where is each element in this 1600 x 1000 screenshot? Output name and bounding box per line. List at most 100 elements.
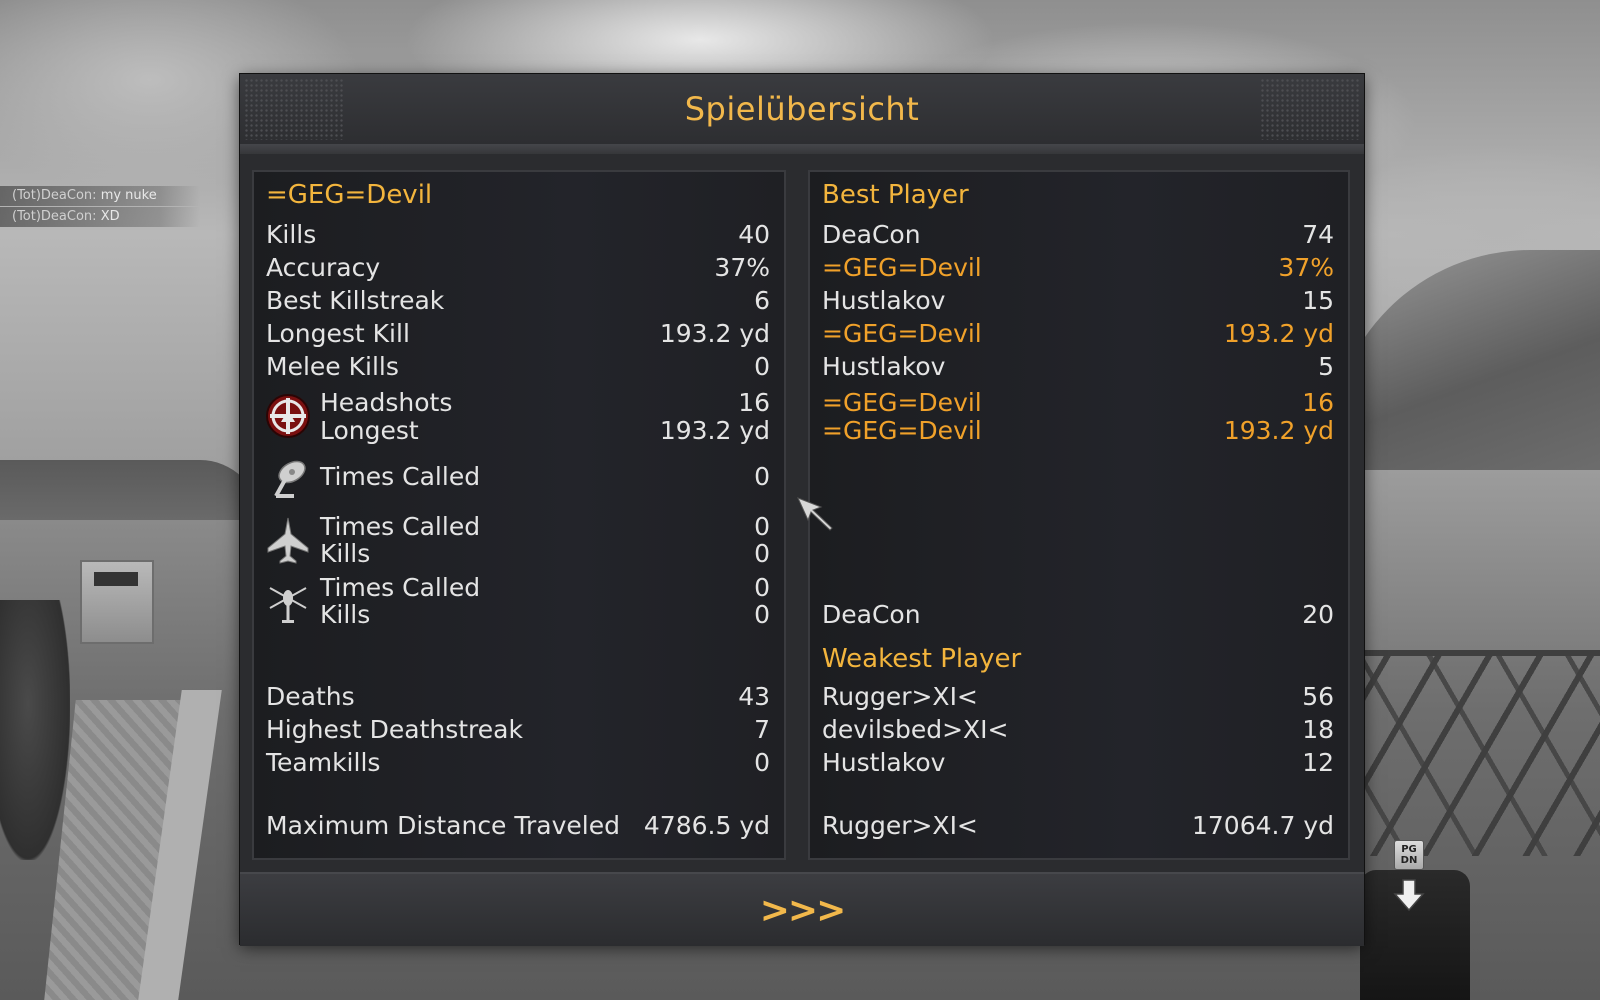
- weakest-teamkills-row: Hustlakov 12: [822, 748, 1334, 780]
- best-longest-kill-row: =GEG=Devil 193.2 yd: [822, 319, 1334, 351]
- best-killstreak-row: Hustlakov 15: [822, 286, 1334, 318]
- stat-value: 193.2 yd: [1223, 319, 1334, 348]
- best-heli-kills-row: DeaCon 20: [822, 600, 1334, 632]
- stat-label: Times Called: [320, 512, 481, 541]
- player-name: Hustlakov: [822, 748, 946, 777]
- stat-label: Longest: [320, 416, 419, 445]
- weakest-player-header-row: Weakest Player: [822, 644, 1334, 676]
- next-page-button[interactable]: >>>: [752, 882, 852, 938]
- chat-text: XD: [96, 209, 120, 224]
- header-divider: [240, 144, 1364, 154]
- chat-message: (Tot)DeaCon: XD: [0, 207, 200, 227]
- guard-tower: [80, 560, 154, 644]
- player-name: DeaCon: [822, 220, 921, 249]
- valley: [1340, 470, 1600, 650]
- stat-row-deaths: Deaths 43: [266, 682, 770, 714]
- stat-row-longest-kill: Longest Kill 193.2 yd: [266, 319, 770, 351]
- stat-value: 193.2 yd: [1223, 416, 1334, 445]
- tree: [0, 600, 70, 860]
- stat-value: 15: [1302, 286, 1334, 315]
- stat-label: Highest Deathstreak: [266, 715, 523, 744]
- player-name: DeaCon: [822, 600, 921, 629]
- player-name: Hustlakov: [822, 352, 946, 381]
- down-arrow-icon: [1393, 879, 1425, 912]
- stat-value: 18: [1302, 715, 1334, 744]
- stat-row-deathstreak: Highest Deathstreak 7: [266, 715, 770, 747]
- stat-row-accuracy: Accuracy 37%: [266, 253, 770, 285]
- weakest-distance-row: Rugger>XI< 17064.7 yd: [822, 811, 1334, 843]
- chat-message: (Tot)DeaCon: my nuke: [0, 186, 200, 206]
- panel-header: Spielübersicht: [240, 74, 1364, 146]
- stat-label: Kills: [266, 220, 317, 249]
- best-melee-row: Hustlakov 5: [822, 352, 1334, 384]
- stat-value: 7: [754, 715, 770, 744]
- stat-label: Kills: [320, 539, 371, 568]
- weakest-player-header: Weakest Player: [822, 644, 1022, 674]
- stat-value: 37%: [714, 253, 770, 282]
- stat-value: 5: [1318, 352, 1334, 381]
- stat-label: Headshots: [320, 388, 453, 417]
- leaderboard-column: Best Player DeaCon 74 =GEG=Devil 37% Hus…: [808, 170, 1350, 860]
- stat-value: 56: [1302, 682, 1334, 711]
- stat-row-kills: Kills 40: [266, 220, 770, 252]
- player-name: =GEG=Devil: [266, 180, 433, 210]
- stat-value: 12: [1302, 748, 1334, 777]
- stat-row-jet-kills: Kills 0: [266, 539, 770, 571]
- player-name: devilsbed>XI<: [822, 715, 1009, 744]
- stat-value: 193.2 yd: [659, 416, 770, 445]
- stat-label: Kills: [320, 600, 371, 629]
- panel-footer: >>>: [240, 872, 1364, 946]
- mouse-cursor-icon: [797, 497, 833, 531]
- stat-value: 0: [754, 512, 770, 541]
- best-player-header: Best Player: [822, 180, 969, 210]
- panel-title: Spielübersicht: [684, 90, 920, 128]
- stat-value: 0: [754, 600, 770, 629]
- stat-value: 0: [754, 573, 770, 602]
- stat-label: Times Called: [320, 573, 481, 602]
- stat-label: Times Called: [320, 462, 481, 491]
- personal-stats-column: =GEG=Devil Kills 40 Accuracy 37% Best Ki…: [252, 170, 786, 860]
- player-name: Rugger>XI<: [822, 682, 978, 711]
- player-name: =GEG=Devil: [822, 416, 982, 445]
- chat-sender: (Tot)DeaCon:: [12, 209, 97, 224]
- stat-row-uav-called: Times Called 0: [266, 462, 770, 494]
- stat-row-heli-kills: Kills 0: [266, 600, 770, 632]
- best-longest-headshot-row: =GEG=Devil 193.2 yd: [822, 416, 1334, 448]
- best-accuracy-row: =GEG=Devil 37%: [822, 253, 1334, 285]
- stat-label: Maximum Distance Traveled: [266, 811, 620, 840]
- stat-value: 40: [738, 220, 770, 249]
- stat-value: 74: [1302, 220, 1334, 249]
- stat-value: 0: [754, 539, 770, 568]
- stat-value: 16: [1302, 388, 1334, 417]
- best-player-header-row: Best Player: [822, 180, 1334, 212]
- player-name: =GEG=Devil: [822, 319, 982, 348]
- stat-value: 43: [738, 682, 770, 711]
- stat-row-melee-kills: Melee Kills 0: [266, 352, 770, 384]
- player-name-row: =GEG=Devil: [266, 180, 770, 212]
- player-name: =GEG=Devil: [822, 388, 982, 417]
- stat-row-best-killstreak: Best Killstreak 6: [266, 286, 770, 318]
- chat-text: my nuke: [96, 188, 157, 203]
- stat-value: 20: [1302, 600, 1334, 629]
- chat-sender: (Tot)DeaCon:: [12, 188, 97, 203]
- stat-label: Melee Kills: [266, 352, 399, 381]
- stat-value: 37%: [1278, 253, 1334, 282]
- stat-label: Accuracy: [266, 253, 381, 282]
- stat-label: Longest Kill: [266, 319, 410, 348]
- stat-value: 6: [754, 286, 770, 315]
- player-name: Rugger>XI<: [822, 811, 978, 840]
- stat-label: Teamkills: [266, 748, 381, 777]
- stat-value: 0: [754, 748, 770, 777]
- fence-structure: [1340, 650, 1600, 856]
- chat-log: (Tot)DeaCon: my nuke (Tot)DeaCon: XD: [0, 186, 200, 228]
- stat-row-longest-headshot: Longest 193.2 yd: [266, 416, 770, 448]
- stat-value: 4786.5 yd: [643, 811, 770, 840]
- stat-value: 17064.7 yd: [1192, 811, 1334, 840]
- stat-label: Deaths: [266, 682, 355, 711]
- weakest-deaths-row: Rugger>XI< 56: [822, 682, 1334, 714]
- pgdn-key-hint: PG DN: [1394, 840, 1424, 870]
- stat-value: 16: [738, 388, 770, 417]
- player-name: Hustlakov: [822, 286, 946, 315]
- weakest-deathstreak-row: devilsbed>XI< 18: [822, 715, 1334, 747]
- player-name: =GEG=Devil: [822, 253, 982, 282]
